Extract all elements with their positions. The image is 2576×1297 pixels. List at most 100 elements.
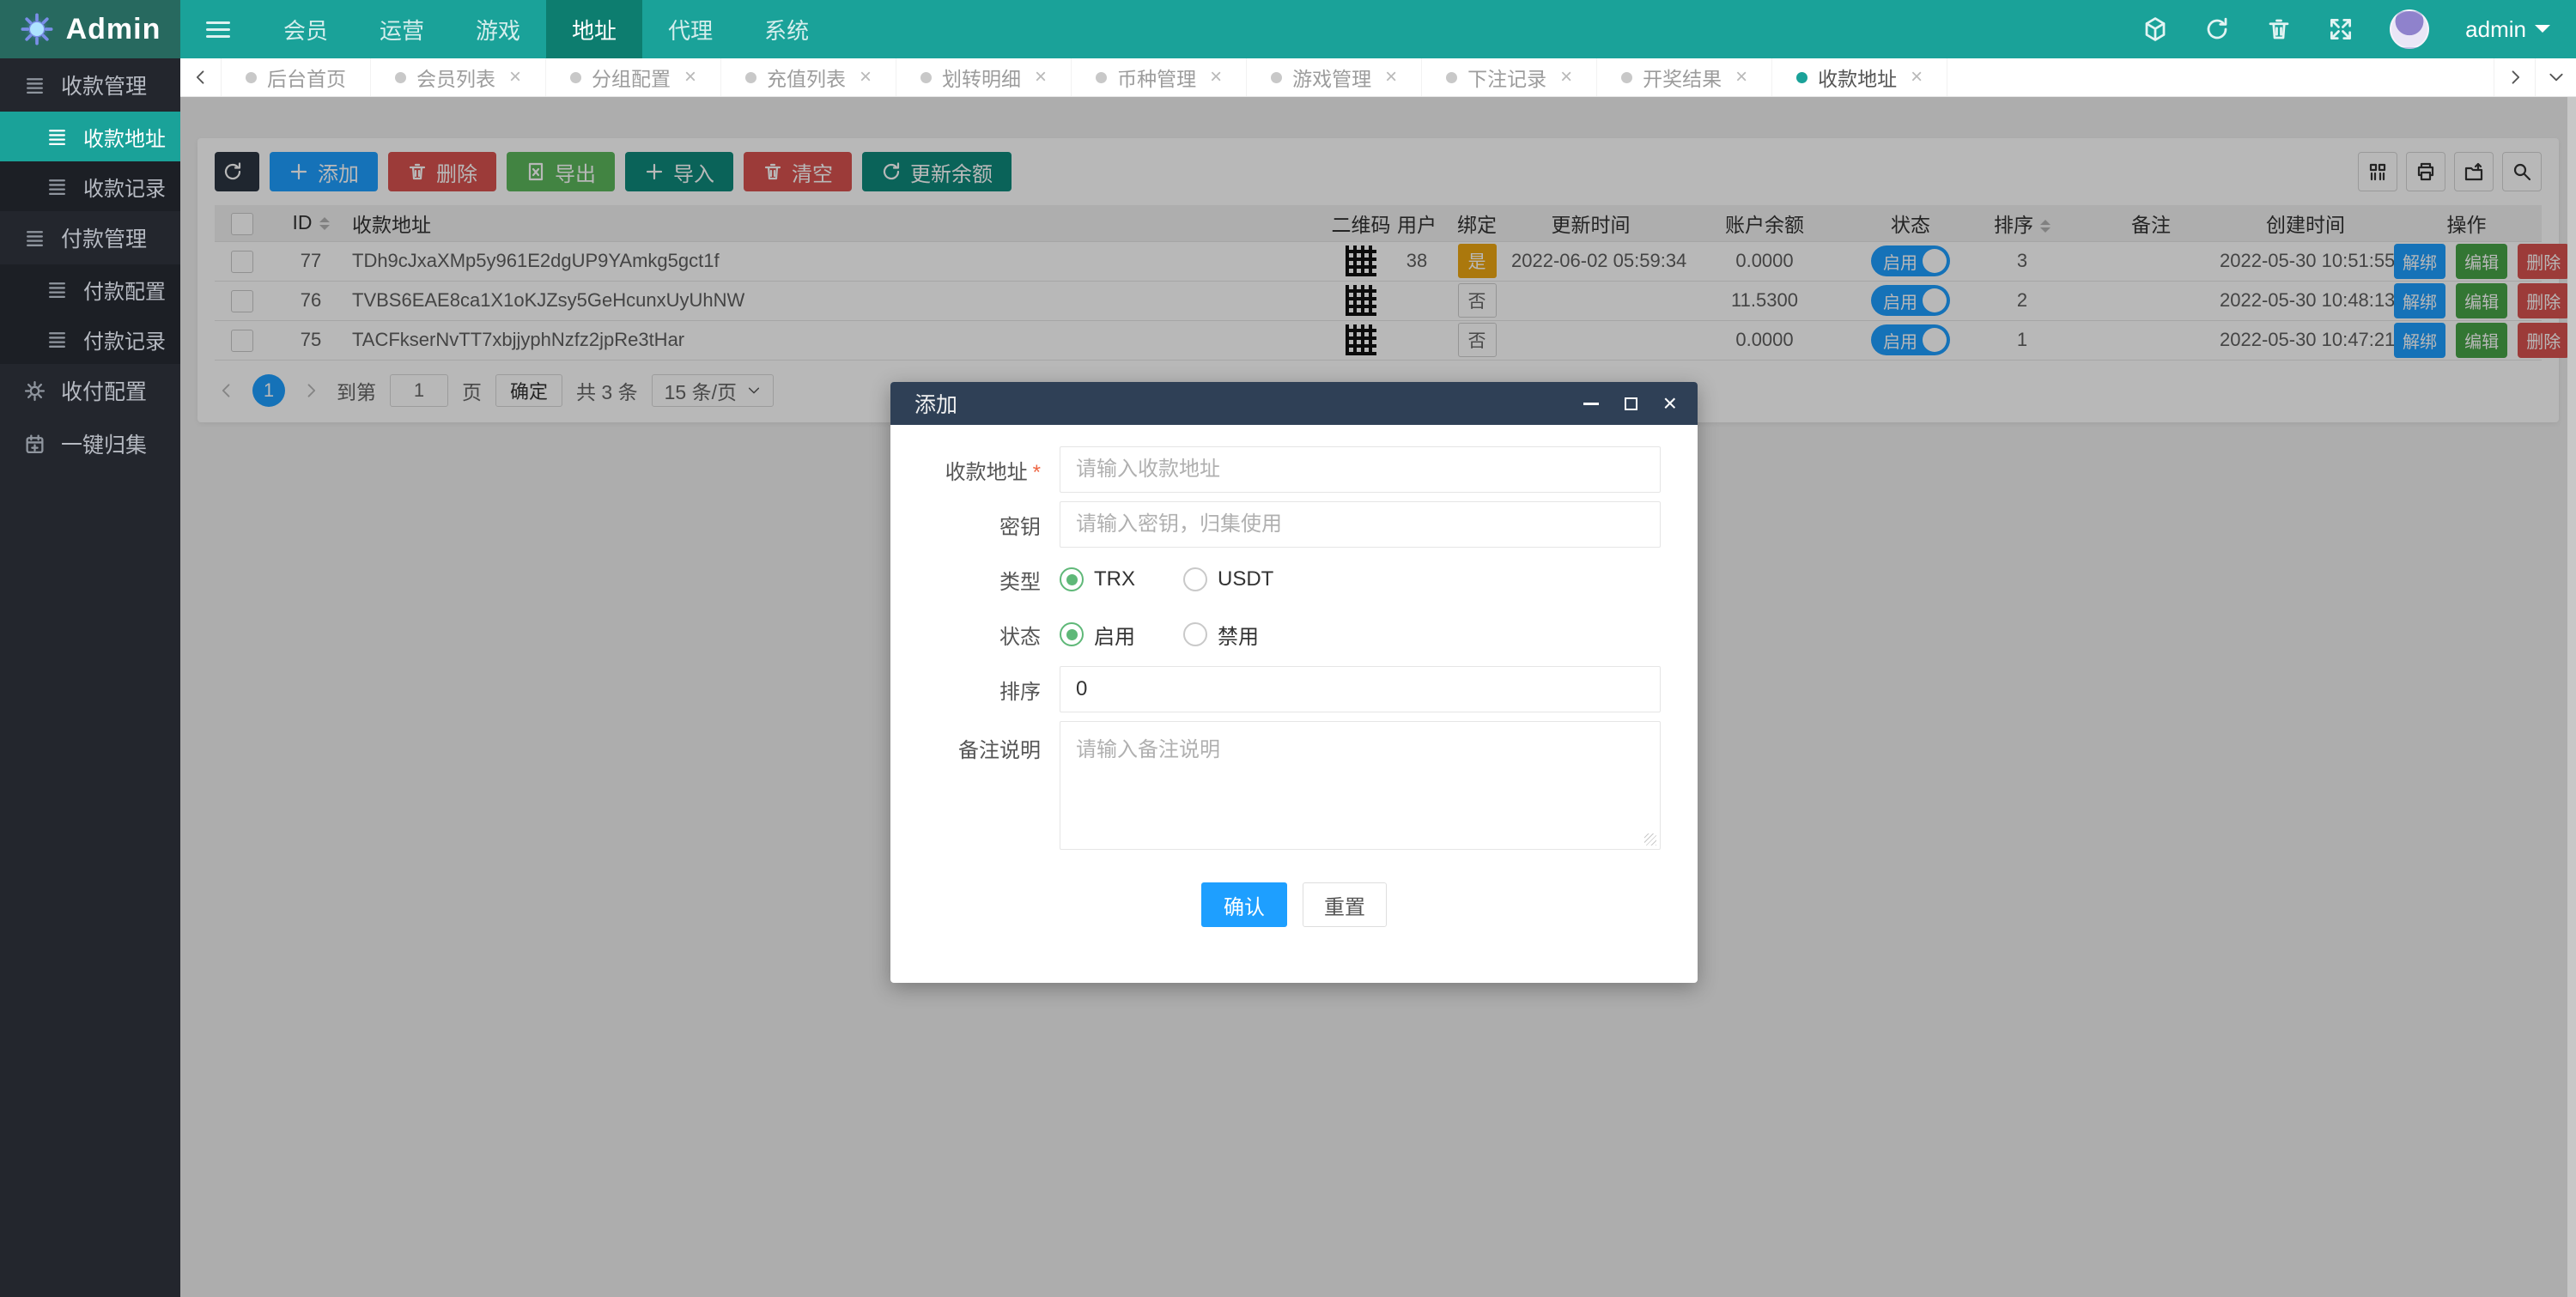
sidebar-item[interactable]: 付款配置 bbox=[0, 264, 180, 314]
page-tab[interactable]: 后台首页 × bbox=[222, 58, 371, 96]
user-avatar[interactable] bbox=[2390, 9, 2430, 49]
sidebar-item[interactable]: 收款管理 bbox=[0, 58, 180, 112]
list-icon bbox=[24, 227, 46, 249]
type-radio-usdt[interactable]: USDT bbox=[1183, 567, 1273, 591]
page-tab[interactable]: 会员列表 × bbox=[371, 58, 547, 96]
sidebar-item-label: 收款管理 bbox=[61, 75, 148, 99]
reset-button[interactable]: 重置 bbox=[1303, 882, 1387, 927]
tab-close-icon[interactable]: × bbox=[1560, 65, 1572, 89]
tab-label: 收款地址 bbox=[1818, 68, 1898, 90]
tab-close-icon[interactable]: × bbox=[1385, 65, 1397, 89]
status-radio-enabled[interactable]: 启用 bbox=[1060, 620, 1135, 650]
sidebar-item[interactable]: 付款记录 bbox=[0, 314, 180, 364]
page-tab[interactable]: 划转明细 × bbox=[896, 58, 1072, 96]
tab-label: 币种管理 bbox=[1117, 68, 1197, 90]
page-tab[interactable]: 开奖结果 × bbox=[1597, 58, 1773, 96]
list-icon bbox=[24, 380, 46, 402]
main-menu bbox=[180, 0, 258, 58]
refresh-icon[interactable] bbox=[2204, 16, 2230, 42]
navbar-right: admin bbox=[2142, 0, 2576, 58]
page-tab[interactable]: 分组配置 × bbox=[546, 58, 722, 96]
tab-label: 会员列表 bbox=[416, 68, 495, 90]
list-icon bbox=[46, 329, 68, 350]
sidebar-item-label: 收款记录 bbox=[83, 177, 166, 201]
username-dropdown[interactable]: admin bbox=[2465, 16, 2550, 43]
cube-icon[interactable] bbox=[2142, 16, 2168, 42]
list-icon bbox=[24, 75, 46, 96]
tab-dot-icon bbox=[1621, 71, 1633, 83]
status-radio-disabled[interactable]: 禁用 bbox=[1183, 620, 1259, 650]
note-textarea[interactable] bbox=[1060, 721, 1661, 850]
trash-icon[interactable] bbox=[2266, 16, 2292, 42]
type-radio-trx[interactable]: TRX bbox=[1060, 567, 1135, 591]
tab-label: 分组配置 bbox=[592, 68, 671, 90]
tab-close-icon[interactable]: × bbox=[1735, 65, 1747, 89]
tab-dot-icon bbox=[1446, 71, 1458, 83]
nav-menu-item[interactable]: 地址 bbox=[546, 0, 643, 58]
sidebar-item-label: 收付配置 bbox=[61, 380, 148, 404]
list-icon bbox=[24, 433, 46, 455]
maximize-icon[interactable] bbox=[1624, 397, 1637, 410]
page-tab[interactable]: 游戏管理 × bbox=[1247, 58, 1423, 96]
dialog-body: 收款地址* 密钥 类型 TRX USDT 状态 启用 禁用 排序 bbox=[890, 425, 1698, 927]
tab-close-icon[interactable]: × bbox=[509, 65, 521, 89]
radio-icon bbox=[1183, 567, 1207, 591]
main-menu-items: 会员 运营 游戏 地址 代理 系统 bbox=[258, 0, 835, 58]
required-star: * bbox=[1032, 460, 1041, 484]
tabs-scroll-left-button[interactable] bbox=[180, 58, 222, 96]
address-input[interactable] bbox=[1060, 446, 1661, 493]
sidebar-item[interactable]: 收款记录 bbox=[0, 161, 180, 211]
tab-close-icon[interactable]: × bbox=[1035, 65, 1047, 89]
app-logo: Admin bbox=[0, 0, 180, 58]
nav-menu-item[interactable]: 游戏 bbox=[450, 0, 546, 58]
sidebar-item[interactable]: 付款管理 bbox=[0, 211, 180, 264]
tabs-menu-button[interactable] bbox=[2535, 58, 2576, 96]
sidebar-item-label: 付款管理 bbox=[61, 227, 148, 252]
nav-menu-item[interactable]: 系统 bbox=[738, 0, 835, 58]
tab-label: 开奖结果 bbox=[1643, 68, 1722, 90]
tab-close-icon[interactable]: × bbox=[1210, 65, 1222, 89]
radio-icon bbox=[1060, 622, 1084, 646]
note-field-label: 备注说明 bbox=[958, 739, 1041, 762]
sidebar-item[interactable]: 收款地址 bbox=[0, 112, 180, 161]
type-field-label: 类型 bbox=[999, 570, 1041, 594]
tab-close-icon[interactable]: × bbox=[860, 65, 872, 89]
tab-dot-icon bbox=[1096, 71, 1108, 83]
page-tab[interactable]: 充值列表 × bbox=[721, 58, 897, 96]
tab-close-icon[interactable]: × bbox=[1911, 65, 1923, 89]
sort-input[interactable] bbox=[1060, 666, 1661, 712]
caret-down-icon bbox=[2535, 25, 2550, 40]
tab-label: 划转明细 bbox=[942, 68, 1022, 90]
sidebar-item-label: 收款地址 bbox=[83, 127, 166, 151]
nav-menu-item[interactable]: 运营 bbox=[354, 0, 450, 58]
secret-input[interactable] bbox=[1060, 501, 1661, 548]
open-tabs: 后台首页 × 会员列表 × 分组配置 × 充值列表 × bbox=[222, 58, 1948, 96]
tabs-scroll-right-button[interactable] bbox=[2494, 58, 2535, 96]
sort-field-label: 排序 bbox=[999, 680, 1041, 704]
sidebar-item[interactable]: 一键归集 bbox=[0, 417, 180, 470]
page-tab[interactable]: 下注记录 × bbox=[1422, 58, 1598, 96]
tab-label: 游戏管理 bbox=[1292, 68, 1372, 90]
confirm-button[interactable]: 确认 bbox=[1201, 882, 1287, 927]
sidebar-item-label: 付款记录 bbox=[83, 330, 166, 354]
brand-title: Admin bbox=[65, 12, 161, 45]
tab-dot-icon bbox=[246, 71, 257, 83]
page-tab[interactable]: 收款地址 × bbox=[1772, 58, 1948, 96]
tab-dot-icon bbox=[1271, 71, 1283, 83]
add-dialog: 添加 × 收款地址* 密钥 类型 TRX USDT 状态 bbox=[890, 382, 1698, 983]
gear-logo-icon bbox=[20, 12, 54, 46]
dialog-header: 添加 × bbox=[890, 382, 1698, 425]
close-icon[interactable]: × bbox=[1663, 391, 1677, 415]
tab-dot-icon bbox=[920, 71, 933, 83]
nav-menu-item[interactable]: 代理 bbox=[642, 0, 738, 58]
sidebar-item[interactable]: 收付配置 bbox=[0, 364, 180, 417]
list-icon bbox=[46, 126, 68, 148]
minimize-icon[interactable] bbox=[1583, 402, 1599, 405]
scrollbar[interactable] bbox=[2567, 97, 2576, 1297]
hamburger-menu-icon[interactable] bbox=[180, 0, 258, 58]
tab-close-icon[interactable]: × bbox=[684, 65, 696, 89]
page-tab[interactable]: 币种管理 × bbox=[1072, 58, 1248, 96]
nav-menu-item[interactable]: 会员 bbox=[258, 0, 354, 58]
sidebar-item-label: 付款配置 bbox=[83, 280, 166, 304]
fullscreen-icon[interactable] bbox=[2328, 16, 2354, 42]
